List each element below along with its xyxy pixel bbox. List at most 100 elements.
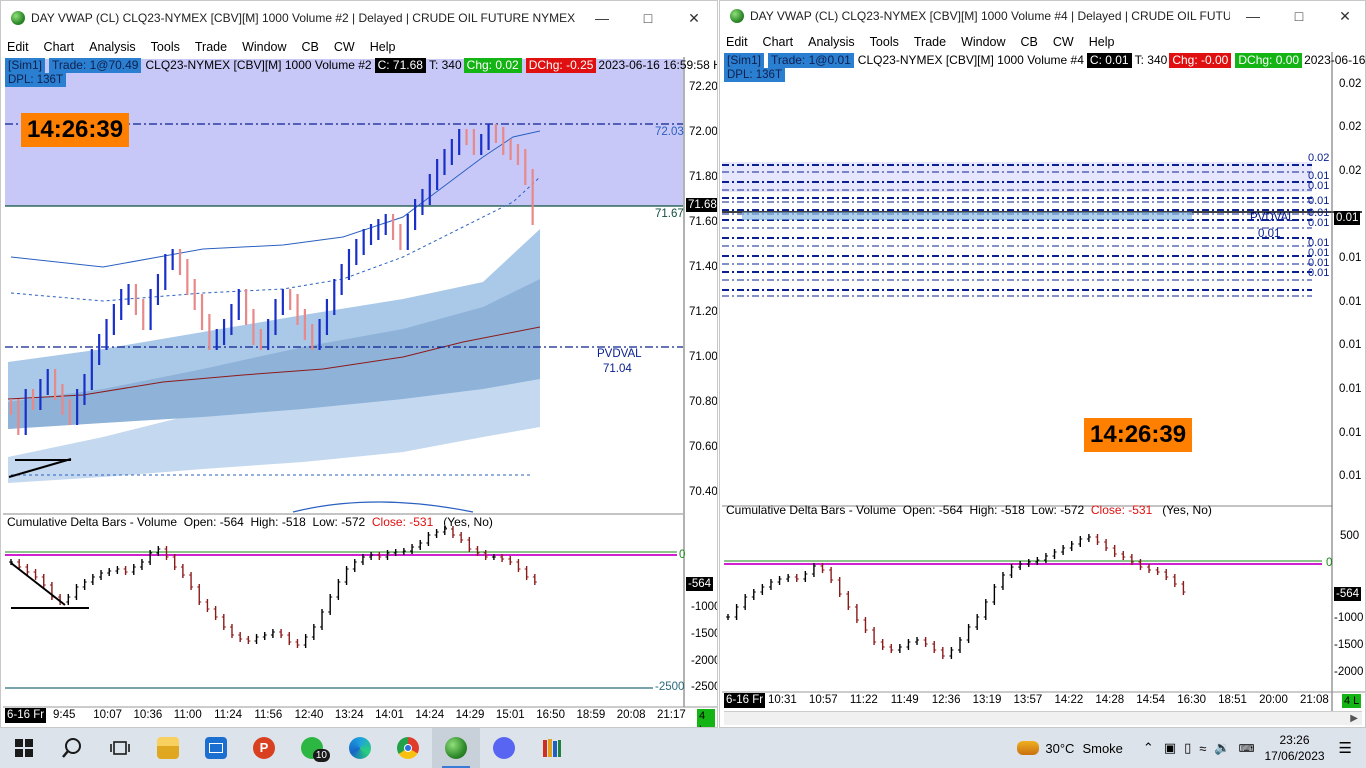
time-tick: 14:28 [1095, 694, 1125, 706]
menu-help[interactable]: Help [370, 40, 396, 54]
datetime-label: 2023-06-16 16:59:58 H: 71 [598, 58, 717, 72]
chrome-icon[interactable] [384, 728, 432, 768]
clock-area[interactable]: 23:26 17/06/2023 [1264, 732, 1324, 764]
tray-date: 17/06/2023 [1264, 749, 1325, 763]
whatsapp-badge: 10 [312, 749, 330, 762]
maximize-button[interactable]: □ [1276, 1, 1322, 31]
wifi-icon[interactable]: ≈ [1199, 741, 1206, 756]
menu-cb[interactable]: CB [302, 40, 319, 54]
time-tick: 21:17 [657, 709, 686, 721]
time-tick: 18:51 [1218, 694, 1247, 706]
price-tick: 0.01 [1339, 339, 1362, 351]
battery-icon[interactable]: ▯ [1184, 740, 1191, 756]
ind-close: Close: -531 [1090, 503, 1153, 517]
menu-help[interactable]: Help [1089, 35, 1115, 49]
notification-icon[interactable]: ☰ [1339, 739, 1352, 757]
maximize-button[interactable]: □ [625, 1, 671, 35]
language-icon[interactable]: ⌨ [1239, 742, 1255, 755]
dchg-chip: DChg: -0.25 [525, 57, 597, 73]
menu-edit[interactable]: Edit [726, 35, 748, 49]
symbol-label: CLQ23-NYMEX [CBV][M] 1000 Volume #2 [145, 58, 372, 72]
menu-cw[interactable]: CW [334, 40, 355, 54]
weather-temp[interactable]: 30°C [1045, 741, 1074, 756]
close-button[interactable]: ✕ [1322, 1, 1365, 31]
ind-line-label: -2500 [655, 681, 685, 693]
menu-cw[interactable]: CW [1053, 35, 1074, 49]
minimize-button[interactable]: — [1230, 1, 1276, 31]
discord-icon[interactable] [480, 728, 528, 768]
menu-edit[interactable]: Edit [7, 40, 29, 54]
right-chart-window[interactable]: DAY VWAP (CL) CLQ23-NYMEX [CBV][M] 1000 … [719, 0, 1366, 728]
clock-display: 14:26:39 [1084, 418, 1193, 452]
ind-tick: 500 [1340, 530, 1360, 542]
level-value-label: 71.67 [655, 208, 684, 220]
ind-tick: -2500 [691, 681, 718, 693]
menu-tools[interactable]: Tools [870, 35, 899, 49]
price-tick: 71.60 [689, 216, 718, 228]
menu-trade[interactable]: Trade [195, 40, 227, 54]
ind-flags: (Yes, No) [1162, 503, 1212, 517]
right-chart-area[interactable]: [Sim1] Trade: 1@0.01 CLQ23-NYMEX [CBV][M… [722, 52, 1366, 727]
menu-cb[interactable]: CB [1021, 35, 1038, 49]
sierra-chart-icon[interactable] [432, 728, 480, 768]
scroll-right-arrow-icon[interactable]: ▶ [1350, 713, 1358, 724]
right-price-chart[interactable] [722, 52, 1365, 727]
whatsapp-icon[interactable]: 10 [288, 728, 336, 768]
right-titlebar[interactable]: DAY VWAP (CL) CLQ23-NYMEX [CBV][M] 1000 … [720, 1, 1365, 31]
menu-chart[interactable]: Chart [44, 40, 75, 54]
menu-window[interactable]: Window [961, 35, 1005, 49]
ind-name: Cumulative Delta Bars - Volume [726, 503, 897, 517]
minimize-button[interactable]: — [579, 1, 625, 35]
price-tick: 0.02 [1339, 78, 1362, 90]
pvdval-value: 71.04 [603, 363, 632, 375]
small-band [742, 212, 1192, 220]
horizontal-scrollbar[interactable]: ▶ [724, 711, 1362, 725]
pdf-app-icon[interactable]: P [240, 728, 288, 768]
file-explorer-icon[interactable] [144, 728, 192, 768]
task-view-icon[interactable] [96, 728, 144, 768]
close-button[interactable]: ✕ [671, 1, 717, 35]
ind-open: Open: -564 [183, 515, 244, 529]
time-tick: 11:00 [173, 709, 202, 721]
left-chart-area[interactable]: [Sim1] Trade: 1@70.49 CLQ23-NYMEX [CBV][… [3, 57, 718, 727]
ind-open: Open: -564 [902, 503, 963, 517]
edge-icon[interactable] [336, 728, 384, 768]
time-tick: 21:08 [1300, 694, 1329, 706]
price-tick: 71.20 [689, 306, 718, 318]
weather-icon[interactable] [1017, 741, 1040, 755]
left-delta-bars [9, 526, 537, 648]
time-tick: 11:49 [890, 694, 919, 706]
left-price-chart[interactable] [3, 57, 717, 727]
taskbar: P 10 30°C Smoke ⌃ ▣ ▯ ≈ 🔉 ⌨ 23:26 17/06/… [0, 728, 1366, 768]
meet-now-icon[interactable]: ▣ [1164, 740, 1176, 756]
datetime-label: 2023-06-16 16 [1304, 53, 1366, 67]
left-titlebar[interactable]: DAY VWAP (CL) CLQ23-NYMEX [CBV][M] 1000 … [1, 1, 717, 35]
price-tick: 72.20 [689, 81, 718, 93]
books-icon[interactable] [528, 728, 576, 768]
vwap-value-label: 72.03 [655, 126, 684, 138]
menu-window[interactable]: Window [242, 40, 286, 54]
menu-tools[interactable]: Tools [151, 40, 180, 54]
menu-trade[interactable]: Trade [914, 35, 946, 49]
menu-analysis[interactable]: Analysis [89, 40, 136, 54]
volume-icon[interactable]: 🔉 [1214, 740, 1230, 756]
left-chart-window[interactable]: DAY VWAP (CL) CLQ23-NYMEX [CBV][M] 1000 … [0, 0, 718, 728]
ind-tick: 0 [679, 549, 686, 561]
mail-icon[interactable] [192, 728, 240, 768]
menu-analysis[interactable]: Analysis [808, 35, 855, 49]
chevron-up-icon[interactable]: ⌃ [1143, 740, 1154, 756]
time-tick: 13:24 [334, 709, 364, 721]
time-tick: 14:54 [1136, 694, 1166, 706]
weather-text[interactable]: Smoke [1082, 741, 1122, 756]
close-chip: C: 0.01 [1086, 52, 1132, 68]
system-tray: 30°C Smoke ⌃ ▣ ▯ ≈ 🔉 ⌨ 23:26 17/06/2023 … [1017, 728, 1366, 768]
ind-last-tag: -564 [1334, 587, 1362, 601]
start-icon[interactable] [0, 728, 48, 768]
date-tag: 6-16 Fr [724, 693, 766, 708]
ind-high: High: -518 [250, 515, 306, 529]
search-icon[interactable] [48, 728, 96, 768]
menu-chart[interactable]: Chart [763, 35, 794, 49]
dpl-label: DPL: 136T [5, 73, 66, 87]
sim-label: [Sim1] [724, 52, 765, 68]
time-tick: 20:00 [1259, 694, 1288, 706]
